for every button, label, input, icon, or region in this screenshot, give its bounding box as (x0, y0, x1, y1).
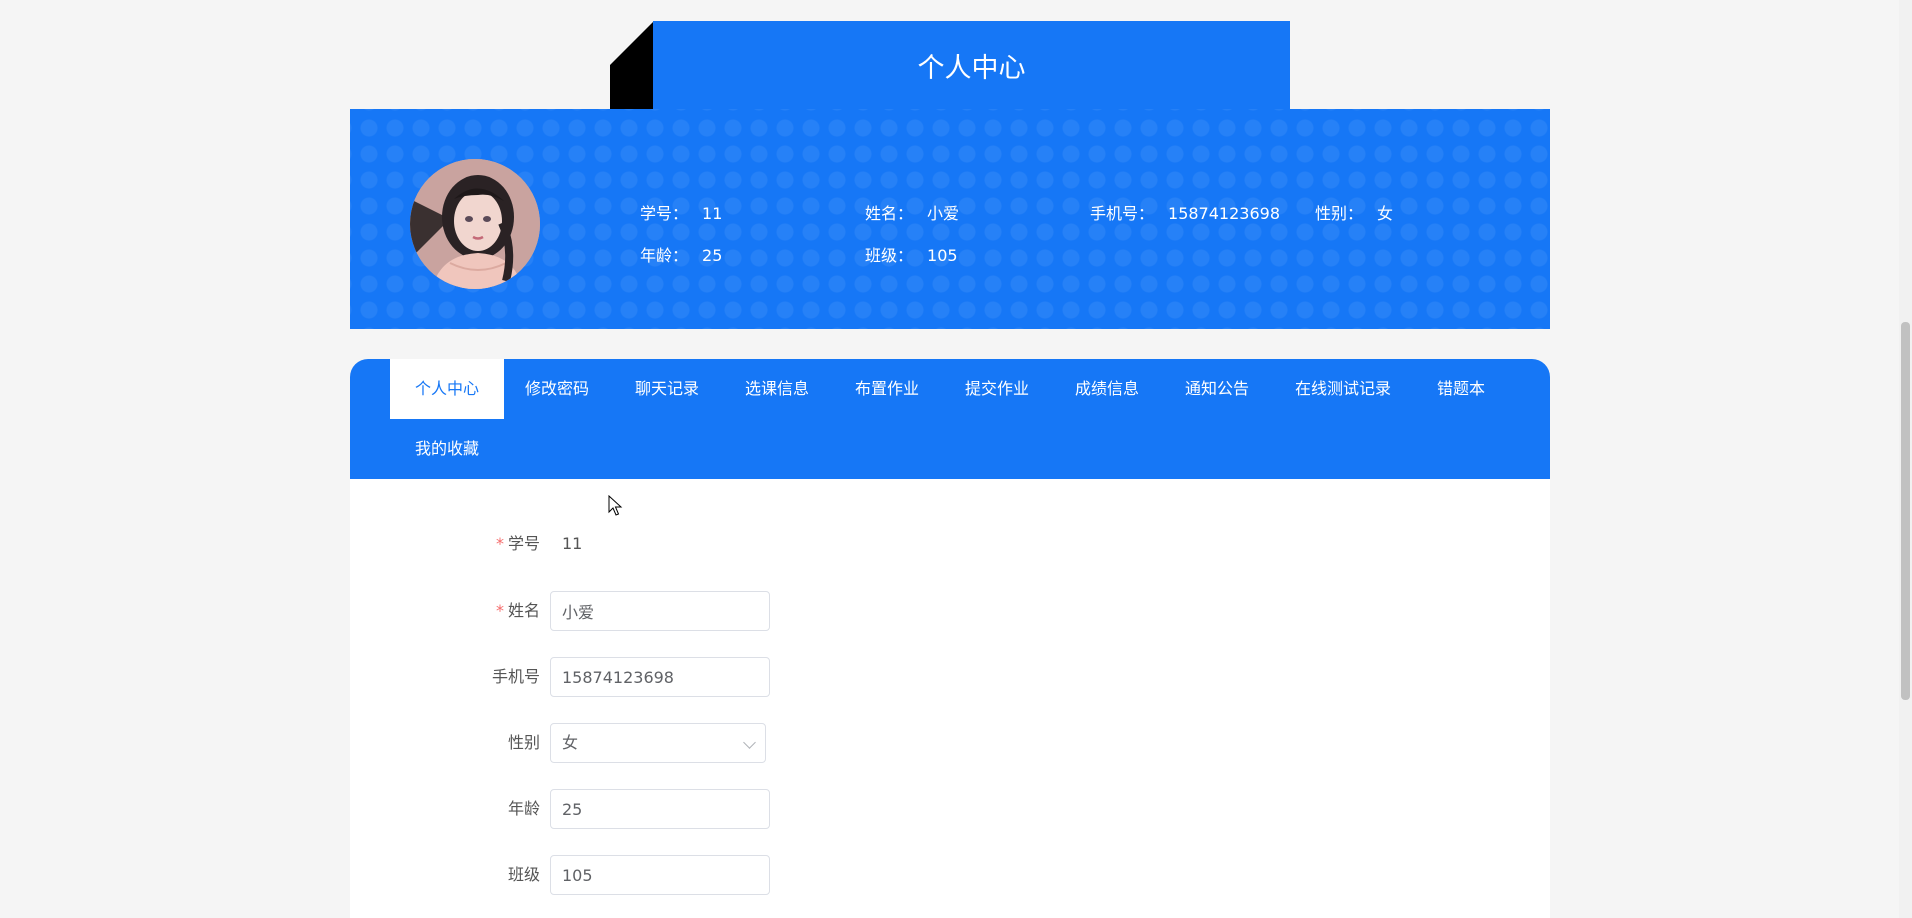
profile-gender-value: 女 (1377, 204, 1394, 223)
age-input[interactable] (550, 789, 770, 829)
tab-my-favorites[interactable]: 我的收藏 (390, 419, 504, 479)
form-label-phone: 手机号 (491, 667, 540, 686)
form-row-gender: 性别 女 (350, 723, 1550, 763)
form-label-age: 年龄 (507, 799, 540, 818)
tab-course-selection[interactable]: 选课信息 (720, 359, 834, 419)
tab-announcements[interactable]: 通知公告 (1160, 359, 1274, 419)
profile-phone-value: 15874123698 (1168, 204, 1280, 223)
profile-gender: 性别： 女 (1315, 200, 1393, 224)
profile-phone: 手机号： 15874123698 (1090, 200, 1280, 224)
profile-name-value: 小爱 (927, 204, 960, 223)
page-scrollbar[interactable] (1899, 0, 1912, 918)
tab-personal-center[interactable]: 个人中心 (390, 359, 505, 419)
tab-submit-homework[interactable]: 提交作业 (940, 359, 1054, 419)
form-label-name-text: 姓名 (507, 601, 540, 620)
profile-student-id-label: 学号： (640, 204, 689, 223)
phone-input[interactable] (550, 657, 770, 697)
center-tabs-bar: 个人中心 修改密码 聊天记录 选课信息 布置作业 提交作业 成绩信息 通知公告 … (350, 359, 1550, 479)
page-title: 个人中心 (917, 52, 1026, 84)
profile-class: 班级： 105 (865, 242, 958, 266)
profile-age: 年龄： 25 (640, 242, 722, 266)
form-label-gender: 性别 (507, 733, 540, 752)
profile-age-label: 年龄： (640, 246, 689, 265)
title-banner-fold (610, 21, 654, 109)
class-input[interactable] (550, 855, 770, 895)
tab-chat-records[interactable]: 聊天记录 (610, 359, 724, 419)
required-mark: * (495, 534, 504, 553)
profile-form-panel: *学号 11 *姓名 手机号 性别 女 年龄 班级 (350, 479, 1550, 918)
profile-student-id: 学号： 11 (640, 200, 722, 224)
tab-change-password[interactable]: 修改密码 (500, 359, 614, 419)
form-label-student-id-text: 学号 (507, 534, 540, 553)
profile-summary-band: 学号： 11 姓名： 小爱 手机号： 15874123698 性别： 女 年龄： 25 班… (350, 109, 1550, 329)
scrollbar-thumb[interactable] (1901, 322, 1910, 700)
avatar (410, 159, 540, 289)
form-row-age: 年龄 (350, 789, 1550, 829)
profile-student-id-value: 11 (702, 204, 723, 223)
tab-assign-homework[interactable]: 布置作业 (830, 359, 944, 419)
tab-grades[interactable]: 成绩信息 (1050, 359, 1164, 419)
gender-select[interactable]: 女 (550, 723, 766, 763)
form-row-student-id: * 学号 11 (350, 524, 1550, 564)
mouse-pointer-icon (608, 495, 623, 516)
profile-name-label: 姓名： (865, 204, 914, 223)
student-id-value: 11 (562, 534, 583, 553)
form-row-phone: 手机号 (350, 657, 1550, 697)
form-label-class: 班级 (507, 865, 540, 884)
profile-class-label: 班级： (865, 246, 914, 265)
profile-age-value: 25 (702, 246, 723, 265)
required-mark: * (495, 601, 504, 620)
page-title-banner: 个人中心 (653, 21, 1290, 109)
name-input[interactable] (550, 591, 770, 631)
tab-online-test-records[interactable]: 在线测试记录 (1270, 359, 1416, 419)
profile-name: 姓名： 小爱 (865, 200, 959, 224)
form-label-name: * 姓名 (496, 591, 540, 631)
profile-class-value: 105 (927, 246, 958, 265)
gender-select-value: 女 (562, 733, 579, 752)
form-row-name: * 姓名 (350, 591, 1550, 631)
avatar-portrait-image (410, 159, 540, 289)
chevron-down-icon (743, 736, 756, 749)
profile-phone-label: 手机号： (1090, 204, 1155, 223)
form-label-student-id: * 学号 (496, 524, 540, 564)
tab-wrong-questions[interactable]: 错题本 (1412, 359, 1510, 419)
profile-gender-label: 性别： (1315, 204, 1364, 223)
form-row-class: 班级 (350, 855, 1550, 895)
